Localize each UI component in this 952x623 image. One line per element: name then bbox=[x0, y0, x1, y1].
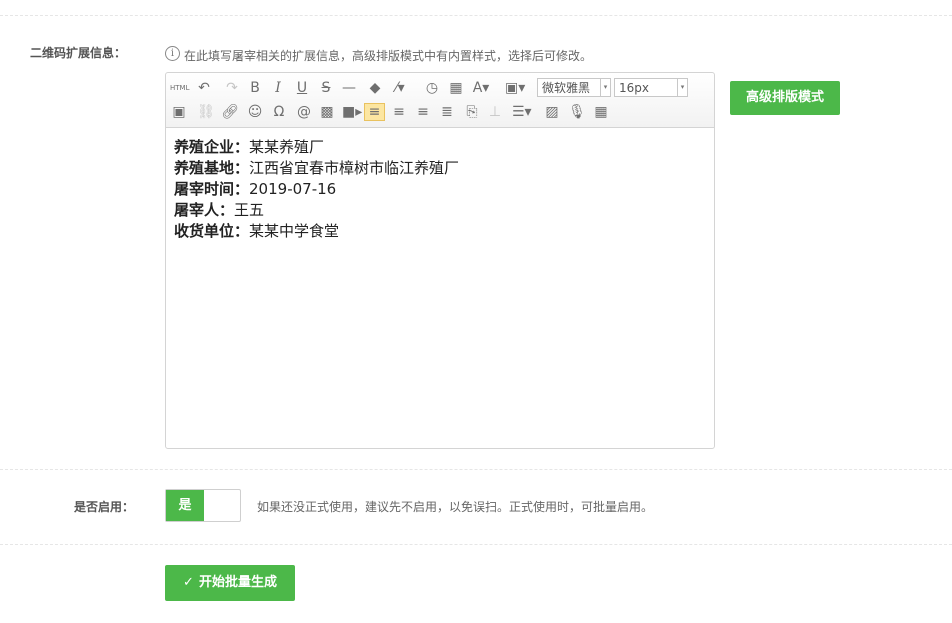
format-painter-icon[interactable]: ⁄▾ bbox=[391, 79, 409, 97]
background-color-icon[interactable]: ▣▾ bbox=[505, 79, 525, 97]
start-batch-generate-label: 开始批量生成 bbox=[198, 575, 277, 590]
enable-hint: 如果还没正式使用，建议先不启用，以免误扫。正式使用时，可批量启用。 bbox=[257, 500, 654, 514]
link-icon[interactable]: 🔗︎ bbox=[221, 103, 239, 121]
content-key: 养殖企业： bbox=[174, 138, 250, 156]
advanced-layout-button[interactable]: 高级排版模式 bbox=[730, 81, 840, 115]
content-key: 收货单位： bbox=[174, 222, 250, 240]
microphone-icon[interactable]: 🎙︎ bbox=[568, 103, 586, 121]
time-icon[interactable]: ◷ bbox=[423, 79, 441, 97]
anchor-icon[interactable]: @ bbox=[295, 103, 313, 121]
toggle-on-label: 是 bbox=[166, 490, 204, 521]
content-key: 养殖基地： bbox=[174, 159, 250, 177]
content-line: 收货单位：某某中学食堂 bbox=[174, 221, 459, 242]
info-icon: i bbox=[165, 46, 180, 61]
align-center-icon[interactable]: ≡ bbox=[414, 103, 432, 121]
enable-toggle[interactable]: 是 bbox=[165, 489, 241, 522]
font-color-icon[interactable]: A▾ bbox=[472, 79, 490, 97]
html-source-button[interactable]: HTML bbox=[170, 79, 189, 97]
video-icon[interactable]: ■▸ bbox=[342, 103, 362, 121]
check-icon: ✓ bbox=[183, 575, 194, 590]
strikethrough-icon[interactable]: S bbox=[317, 79, 335, 97]
content-value: 2019-07-16 bbox=[249, 180, 337, 198]
font-size-select[interactable]: 16px ▾ bbox=[614, 78, 688, 97]
section-divider bbox=[0, 469, 952, 470]
extended-info-hint: 在此填写屠宰相关的扩展信息，高级排版模式中有内置样式，选择后可修改。 bbox=[184, 49, 593, 63]
content-line: 屠宰时间：2019-07-16 bbox=[174, 179, 459, 200]
image-gallery-icon[interactable]: ▨ bbox=[543, 103, 561, 121]
extended-info-label: 二维码扩展信息： bbox=[30, 46, 127, 60]
content-line: 屠宰人：王五 bbox=[174, 200, 459, 221]
horizontal-rule-icon[interactable]: — bbox=[340, 79, 358, 97]
unlink-icon[interactable]: ⛓ bbox=[197, 103, 215, 121]
insert-image-icon[interactable]: ▣ bbox=[170, 103, 188, 121]
font-size-value: 16px bbox=[619, 81, 649, 95]
date-icon[interactable]: ▦ bbox=[447, 79, 465, 97]
editor-content[interactable]: 养殖企业：某某养殖厂 养殖基地：江西省宜春市樟树市临江养殖厂 屠宰时间：2019… bbox=[174, 137, 459, 242]
content-key: 屠宰人： bbox=[174, 201, 235, 219]
content-line: 养殖基地：江西省宜春市樟树市临江养殖厂 bbox=[174, 158, 459, 179]
content-value: 某某中学食堂 bbox=[249, 222, 340, 240]
content-key: 屠宰时间： bbox=[174, 180, 250, 198]
enable-label: 是否启用： bbox=[73, 500, 134, 514]
redo-icon[interactable]: ↷ bbox=[223, 79, 241, 97]
content-value: 王五 bbox=[234, 201, 265, 219]
table-icon[interactable]: ▦ bbox=[592, 103, 610, 121]
text-indent-icon[interactable]: ⊥ bbox=[486, 103, 504, 121]
undo-icon[interactable]: ↶ bbox=[195, 79, 213, 97]
underline-icon[interactable]: U bbox=[293, 79, 311, 97]
align-left-icon[interactable]: ≡ bbox=[364, 103, 385, 121]
italic-icon[interactable]: I bbox=[269, 79, 287, 97]
content-value: 某某养殖厂 bbox=[249, 138, 325, 156]
special-char-icon[interactable]: Ω bbox=[270, 103, 288, 121]
eraser-icon[interactable]: ◆ bbox=[366, 79, 384, 97]
align-right-icon[interactable]: ≡ bbox=[390, 103, 408, 121]
chevron-down-icon: ▾ bbox=[677, 79, 687, 96]
editor-toolbar: HTML ↶ ↷ B I U S — ◆ ⁄▾ ◷ ▦ A▾ ▣▾ 微软雅黑 ▾… bbox=[166, 73, 714, 128]
bold-icon[interactable]: B bbox=[246, 79, 264, 97]
rich-text-editor[interactable]: HTML ↶ ↷ B I U S — ◆ ⁄▾ ◷ ▦ A▾ ▣▾ 微软雅黑 ▾… bbox=[165, 72, 715, 449]
content-line: 养殖企业：某某养殖厂 bbox=[174, 137, 459, 158]
top-divider bbox=[0, 15, 952, 16]
font-family-select[interactable]: 微软雅黑 ▾ bbox=[537, 78, 611, 97]
align-justify-icon[interactable]: ≣ bbox=[438, 103, 456, 121]
chevron-down-icon: ▾ bbox=[600, 79, 610, 96]
section-divider bbox=[0, 544, 952, 545]
attachment-icon[interactable]: ⎘ bbox=[463, 103, 481, 121]
emoji-icon[interactable]: ☺ bbox=[246, 103, 264, 121]
line-height-icon[interactable]: ☰▾ bbox=[512, 103, 532, 121]
start-batch-generate-button[interactable]: ✓ 开始批量生成 bbox=[165, 565, 295, 601]
font-family-value: 微软雅黑 bbox=[542, 81, 591, 95]
content-value: 江西省宜春市樟树市临江养殖厂 bbox=[249, 159, 460, 177]
qrcode-icon[interactable]: ▩ bbox=[318, 103, 336, 121]
